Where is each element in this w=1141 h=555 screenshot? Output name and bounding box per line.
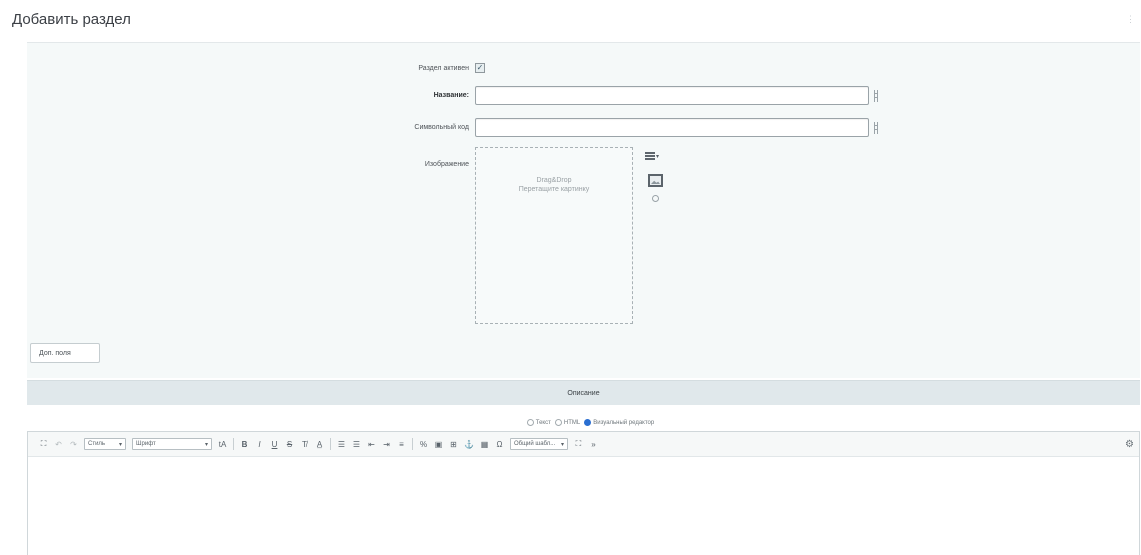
active-checkbox[interactable]: ✓ — [475, 63, 485, 73]
code-label: Символьный код — [414, 124, 469, 131]
special-char-icon[interactable]: Ω — [495, 438, 504, 450]
remove-format-icon[interactable]: T̸ — [300, 438, 309, 450]
toolbar-divider — [330, 438, 331, 450]
editor-toolbar: ⛶ ↶ ↷ Стиль ▾ Шрифт ▾ tA B I U S T̸ A̲ ☰ ☰… — [28, 432, 1139, 457]
template-select[interactable]: Общий шабл... ▾ — [509, 438, 568, 450]
active-row: Раздел активен ✓ — [385, 63, 485, 73]
toolbar-divider — [233, 438, 234, 450]
ordered-list-icon[interactable]: ☰ — [337, 438, 346, 450]
chevron-down-icon: ▾ — [656, 153, 660, 160]
indent-icon[interactable]: ⇥ — [382, 438, 391, 450]
font-select-label: Шрифт — [136, 441, 156, 447]
outdent-icon[interactable]: ⇤ — [367, 438, 376, 450]
undo-icon[interactable]: ↶ — [54, 438, 63, 450]
bold-icon[interactable]: B — [240, 438, 249, 450]
fullscreen-icon[interactable]: ⛶ — [39, 438, 48, 450]
dropzone-hint: Drag&Drop Перетащите картинку — [476, 176, 632, 194]
underline-icon[interactable]: U — [270, 438, 279, 450]
template-select-caret-icon: ▾ — [560, 441, 564, 448]
code-input[interactable] — [475, 118, 869, 137]
name-label: Название: — [433, 92, 469, 99]
mode-text[interactable]: Текст — [526, 419, 551, 426]
image-icon[interactable]: ▣ — [434, 438, 443, 450]
mode-visual-label: Визуальный редактор — [593, 419, 655, 426]
image-dropzone[interactable]: Drag&Drop Перетащите картинку — [475, 147, 633, 324]
code-row: Символьный код — [385, 118, 878, 137]
editor-mode-switch: Текст HTML Визуальный редактор — [0, 419, 1141, 426]
mode-text-label: Текст — [535, 419, 551, 426]
mode-html[interactable]: HTML — [554, 419, 581, 426]
anchor-icon[interactable]: ⚓ — [464, 438, 474, 450]
image-row: Изображение — [385, 161, 475, 168]
dropzone-hint-line2: Перетащите картинку — [518, 186, 590, 193]
description-header: Описание — [27, 380, 1140, 405]
toolbar-divider — [412, 438, 413, 450]
align-icon[interactable]: ≡ — [397, 438, 406, 450]
text-color-icon[interactable]: A̲ — [315, 438, 324, 450]
code-sync-icon[interactable] — [874, 121, 878, 134]
strikethrough-icon[interactable]: S — [285, 438, 294, 450]
visual-editor: ⛶ ↶ ↷ Стиль ▾ Шрифт ▾ tA B I U S T̸ A̲ ☰ ☰… — [27, 431, 1140, 555]
style-select-caret-icon: ▾ — [118, 441, 122, 448]
name-input[interactable] — [475, 86, 869, 105]
reset-icon[interactable] — [652, 195, 659, 202]
image-label: Изображение — [424, 161, 469, 168]
active-label: Раздел активен — [418, 64, 469, 72]
mode-html-label: HTML — [563, 419, 581, 426]
mode-visual[interactable]: Визуальный редактор — [584, 419, 654, 426]
collapse-icon[interactable]: ⋮ — [1126, 14, 1135, 25]
style-select-label: Стиль — [88, 441, 106, 447]
page-title: Добавить раздел — [12, 11, 131, 28]
code-view-icon[interactable]: ⛶ — [574, 438, 583, 450]
gear-icon[interactable]: ⚙ — [1125, 439, 1134, 450]
font-select[interactable]: Шрифт ▾ — [132, 438, 212, 450]
unordered-list-icon[interactable]: ☰ — [352, 438, 361, 450]
font-size-icon[interactable]: tA — [218, 438, 227, 450]
mode-text-radio[interactable] — [526, 419, 534, 426]
table-icon[interactable]: ▦ — [480, 438, 489, 450]
style-select[interactable]: Стиль ▾ — [84, 438, 126, 450]
mode-html-radio[interactable] — [554, 419, 562, 426]
template-select-label: Общий шабл... — [513, 441, 556, 447]
image-menu-button[interactable]: ▾ — [645, 150, 667, 162]
translit-icon[interactable] — [874, 89, 878, 102]
dropzone-hint-line1: Drag&Drop — [536, 177, 572, 184]
italic-icon[interactable]: I — [255, 438, 264, 450]
redo-icon[interactable]: ↷ — [69, 438, 78, 450]
media-icon[interactable]: ⊞ — [449, 438, 458, 450]
image-tools: ▾ — [645, 150, 671, 202]
mode-visual-radio[interactable] — [584, 419, 592, 426]
more-fields-button[interactable]: Доп. поля — [30, 343, 100, 363]
name-row: Название: — [385, 86, 878, 105]
menu-icon — [645, 152, 655, 160]
more-tools-icon[interactable]: » — [589, 438, 598, 450]
image-upload-icon[interactable] — [648, 174, 663, 187]
editor-content-area[interactable] — [28, 457, 1139, 555]
font-select-caret-icon: ▾ — [204, 441, 208, 448]
link-icon[interactable]: % — [419, 438, 428, 450]
